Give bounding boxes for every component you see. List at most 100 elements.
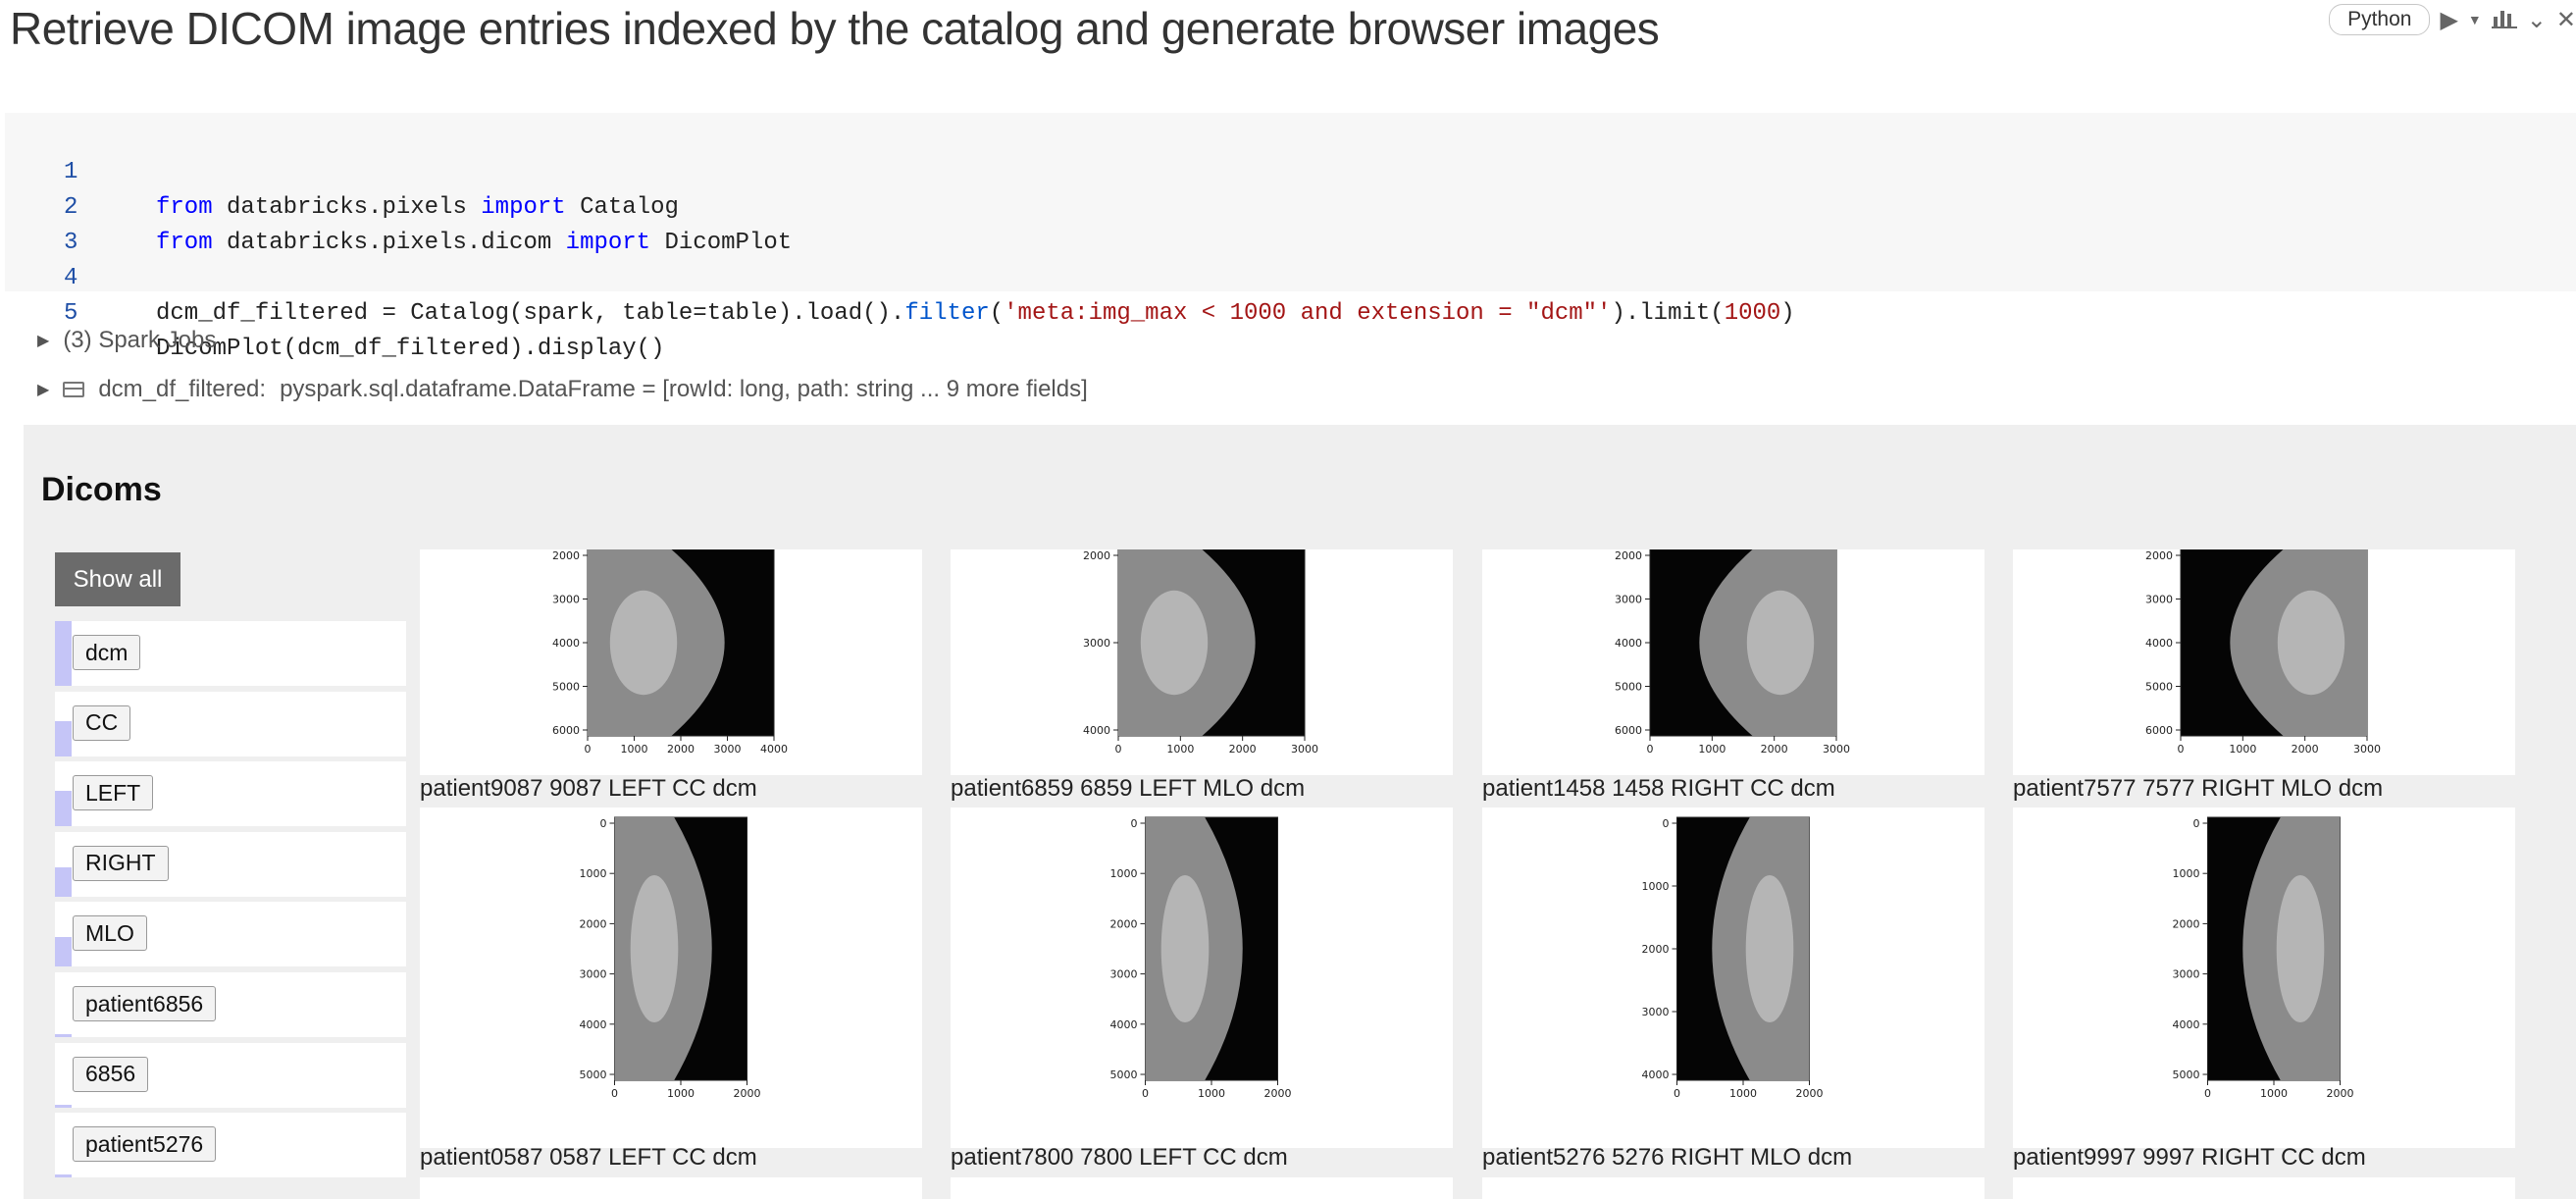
- y-tick-label: 1000: [2173, 867, 2200, 880]
- viewer-heading: Dicoms: [41, 471, 162, 508]
- image-card[interactable]: 0 1000 2000 3000 2000 3000 4000: [951, 549, 1453, 775]
- dataframe-schema-toggle[interactable]: ▶ dcm_df_filtered: pyspark.sql.dataframe…: [37, 376, 1088, 403]
- identifier: Catalog: [565, 194, 679, 221]
- image-card[interactable]: 0 1000 2000 0 1000 2000 3000 4000 5000: [951, 808, 1453, 1148]
- cell-toolbar: Python ▶ ▼ ⌄ ✕: [2329, 0, 2576, 39]
- y-tick-label: 3000: [1642, 1006, 1670, 1018]
- filter-count-bar: [55, 720, 72, 756]
- x-tick-label: 4000: [760, 743, 788, 756]
- y-tick-label: 3000: [2145, 594, 2173, 606]
- dense-tissue: [2277, 590, 2345, 696]
- dicom-thumbnail: 0 1000 2000 3000 2000 3000 4000: [1083, 549, 1318, 756]
- string-literal: 'meta:img_max < 1000 and extension = "dc…: [1004, 300, 1612, 327]
- filter-row: patient5276: [55, 1113, 406, 1178]
- x-tick-label: 0: [2204, 1087, 2211, 1100]
- y-tick-label: 5000: [1615, 681, 1642, 694]
- language-badge[interactable]: Python: [2329, 4, 2431, 35]
- line-number: 4: [64, 265, 78, 291]
- image-caption: patient7800 7800 LEFT CC dcm: [951, 1144, 1288, 1171]
- filter-count-bar: [55, 866, 72, 897]
- filter-button[interactable]: LEFT: [73, 775, 154, 811]
- x-tick-label: 0: [1142, 1087, 1149, 1100]
- x-tick-label: 0: [611, 1087, 618, 1100]
- code-line-5: 5 DicomPlot(dcm_df_filtered).display(): [5, 261, 664, 362]
- chart-icon[interactable]: [2491, 5, 2517, 35]
- image-card[interactable]: 0 1000 2000 3000 4000 2000 3000 4000 5000 6000: [420, 549, 922, 775]
- dicom-thumbnail: 0 1000 2000 3000 2000 3000 4000 5000 6000: [2145, 549, 2381, 756]
- y-tick-label: 3000: [1110, 968, 1138, 981]
- image-card[interactable]: 0 1000 2000 3000 2000 3000 4000 5000 6000: [2013, 549, 2515, 775]
- spark-jobs-label: (3) Spark Jobs: [63, 327, 217, 353]
- filter-row: RIGHT: [55, 831, 406, 897]
- x-tick-label: 1000: [2260, 1087, 2288, 1100]
- close-icon[interactable]: ✕: [2556, 6, 2576, 34]
- x-tick-label: 2000: [1796, 1087, 1824, 1100]
- x-tick-label: 0: [1115, 743, 1122, 756]
- y-tick-label: 3000: [1083, 637, 1110, 650]
- filter-button[interactable]: MLO: [73, 915, 147, 952]
- show-all-button[interactable]: Show all: [55, 552, 180, 606]
- statement: DicomPlot(dcm_df_filtered).display(): [156, 336, 665, 362]
- dicom-viewer: Dicoms Show all dcm CC LEFT RIGHT MLO patient…: [24, 425, 2576, 1199]
- y-tick-label: 4000: [1642, 1069, 1670, 1081]
- image-card[interactable]: 0 1000 2000 0 1000 2000 3000 4000 5000: [420, 808, 922, 1148]
- filter-row: 6856: [55, 1042, 406, 1108]
- image-card[interactable]: 0 1000 2000 0 1000 2000 3000 4000 5000: [2013, 808, 2515, 1148]
- cell-title: Retrieve DICOM image entries indexed by …: [10, 3, 1660, 54]
- image-card[interactable]: 0 1000 2000 3000 2000 3000 4000 5000 6000: [1482, 549, 1984, 775]
- code-editor[interactable]: 1 from databricks.pixels import Catalog …: [5, 113, 2576, 362]
- chevron-down-icon[interactable]: ⌄: [2527, 6, 2547, 34]
- run-menu-chevron-icon[interactable]: ▼: [2468, 12, 2482, 27]
- dense-tissue: [609, 590, 678, 696]
- image-caption: patient7577 7577 RIGHT MLO dcm: [2013, 775, 2384, 802]
- dataframe-name: dcm_df_filtered:: [98, 376, 267, 402]
- number-literal: 1000: [1724, 300, 1781, 327]
- filter-button[interactable]: RIGHT: [73, 845, 169, 881]
- spark-jobs-toggle[interactable]: ▶ (3) Spark Jobs: [37, 327, 216, 354]
- image-card[interactable]: [1482, 1177, 1984, 1199]
- statement: dcm_df_filtered = Catalog(spark, table=t…: [156, 300, 905, 327]
- image-card[interactable]: [420, 1177, 922, 1199]
- y-tick-label: 2000: [580, 917, 607, 930]
- expand-triangle-icon[interactable]: ▶: [37, 331, 49, 350]
- y-tick-label: 2000: [1083, 549, 1110, 562]
- y-tick-label: 4000: [2173, 1018, 2200, 1031]
- y-tick-label: 2000: [2173, 917, 2200, 930]
- filter-button[interactable]: 6856: [73, 1056, 149, 1092]
- code-line-2: 2 from databricks.pixels.dicom import Di…: [5, 155, 792, 256]
- dense-tissue: [1745, 874, 1794, 1023]
- y-tick-label: 0: [2193, 817, 2200, 830]
- y-tick-label: 4000: [580, 1018, 607, 1031]
- x-tick-label: 3000: [1823, 743, 1850, 756]
- method: filter: [904, 300, 990, 327]
- filter-count-bar: [55, 1174, 72, 1178]
- image-caption: patient9087 9087 LEFT CC dcm: [420, 775, 757, 802]
- y-tick-label: 5000: [552, 681, 580, 694]
- x-tick-label: 1000: [621, 743, 648, 756]
- y-tick-label: 5000: [2173, 1069, 2200, 1081]
- expand-triangle-icon[interactable]: ▶: [37, 380, 49, 399]
- x-tick-label: 0: [2178, 743, 2185, 756]
- filter-button[interactable]: dcm: [73, 635, 141, 670]
- code-line-3: 3: [5, 190, 77, 256]
- y-tick-label: 3000: [1615, 594, 1642, 606]
- x-tick-label: 1000: [1166, 743, 1194, 756]
- y-tick-label: 5000: [1110, 1069, 1138, 1081]
- run-icon[interactable]: ▶: [2440, 6, 2457, 34]
- filter-button[interactable]: patient5276: [73, 1126, 217, 1163]
- dense-tissue: [1746, 590, 1815, 696]
- y-tick-label: 0: [1131, 817, 1138, 830]
- image-card[interactable]: [2013, 1177, 2515, 1199]
- filter-button[interactable]: patient6856: [73, 986, 217, 1021]
- image-card[interactable]: 0 1000 2000 0 1000 2000 3000 4000: [1482, 808, 1984, 1148]
- x-tick-label: 1000: [2229, 743, 2256, 756]
- x-tick-label: 2000: [2292, 743, 2319, 756]
- y-tick-label: 2000: [1642, 943, 1670, 956]
- x-tick-label: 1000: [1198, 1087, 1225, 1100]
- y-tick-label: 1000: [1110, 867, 1138, 880]
- keyword: import: [481, 194, 566, 221]
- line-number: 3: [64, 230, 78, 256]
- filter-button[interactable]: CC: [73, 704, 131, 741]
- x-tick-label: 1000: [1729, 1087, 1757, 1100]
- image-card[interactable]: [951, 1177, 1453, 1199]
